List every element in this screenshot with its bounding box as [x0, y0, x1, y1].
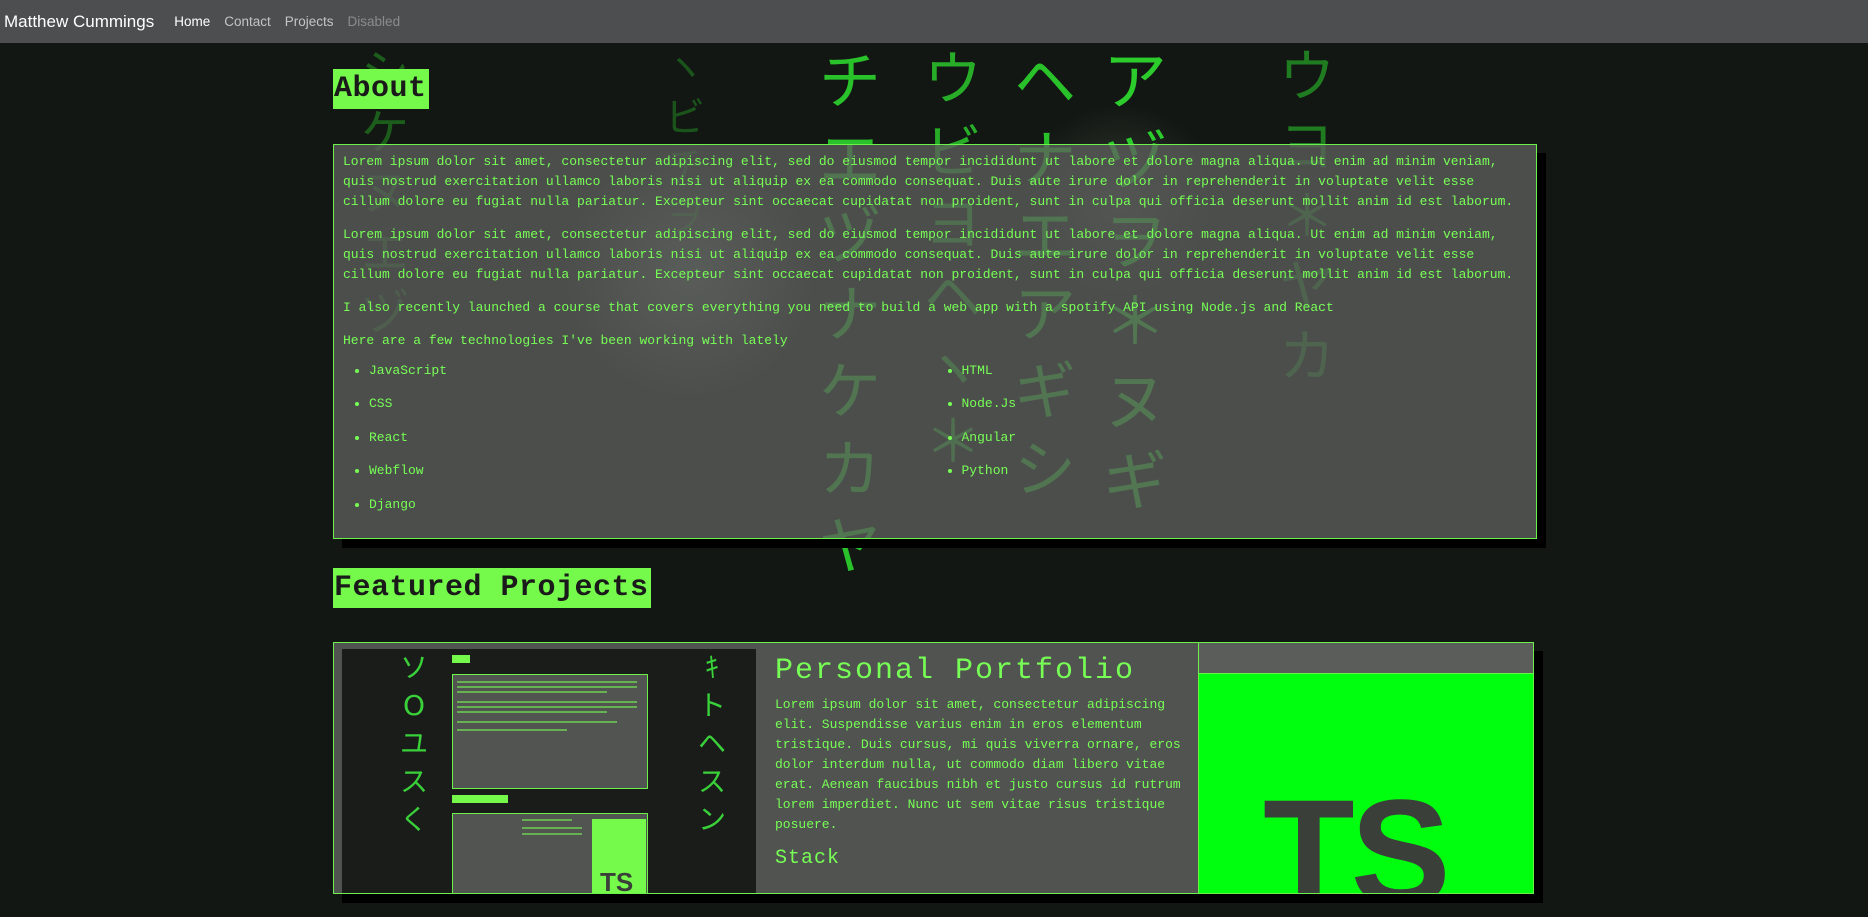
project-title[interactable]: Personal Portfolio [775, 649, 1185, 693]
project-screenshot[interactable]: ソ Ο ユ ス く ｷ ト ヘ ス ン TS [342, 648, 756, 894]
thumb-text-line [457, 680, 637, 683]
thumb-glyph-column: ソ Ο ユ ス く [399, 650, 428, 836]
tech-item: Node.Js [962, 394, 1529, 427]
about-card: Lorem ipsum dolor sit amet, consectetur … [333, 144, 1537, 539]
thumb-text-line [522, 832, 582, 835]
tech-item: Angular [962, 428, 1529, 461]
tech-item: Python [962, 461, 1529, 494]
logo-top-bar [1199, 642, 1533, 674]
main-content: About Lorem ipsum dolor sit amet, consec… [333, 43, 1537, 894]
typescript-logo-text: TS [1263, 767, 1451, 894]
about-paragraph: Lorem ipsum dolor sit amet, consectetur … [343, 227, 1514, 282]
nav-link-disabled: Disabled [347, 14, 401, 29]
tech-item: React [369, 428, 936, 461]
about-course-text: I also recently launched a course that c… [343, 300, 1334, 315]
thumb-text-line [457, 728, 567, 731]
thumb-logo-text: TS [600, 866, 634, 894]
thumb-text-line [522, 826, 582, 829]
tech-item: HTML [962, 361, 1529, 394]
thumb-text-line [457, 710, 607, 713]
project-description: Lorem ipsum dolor sit amet, consectetur … [775, 696, 1181, 832]
nav-link-home[interactable]: Home [174, 14, 210, 29]
about-tech-intro: Here are a few technologies I've been wo… [343, 333, 788, 348]
tech-lists: JavaScript CSS React Webflow Django HTML… [343, 361, 1528, 528]
tech-item: Django [369, 495, 936, 528]
about-paragraph: Lorem ipsum dolor sit amet, consectetur … [343, 154, 1514, 209]
project-details: Personal Portfolio Lorem ipsum dolor sit… [775, 649, 1185, 873]
typescript-logo: TS [1199, 673, 1533, 894]
project-stack-label: Stack [775, 846, 841, 870]
thumb-mini-heading [452, 794, 508, 803]
project-tech-logo: TS [1198, 642, 1533, 894]
thumb-text-line [457, 700, 637, 703]
tech-item: Webflow [369, 461, 936, 494]
thumb-text-line [457, 690, 607, 693]
tech-list-left: JavaScript CSS React Webflow Django [343, 361, 936, 528]
tech-item: CSS [369, 394, 936, 427]
thumb-text-line [457, 705, 637, 708]
thumb-text-line [457, 685, 637, 688]
about-heading: About [333, 69, 429, 109]
tech-item: JavaScript [369, 361, 936, 394]
thumb-text-line [522, 818, 572, 821]
project-card[interactable]: ソ Ο ユ ス く ｷ ト ヘ ス ン TS Personal Portfoli… [333, 641, 1534, 894]
featured-projects-heading: Featured Projects [333, 567, 651, 608]
tech-list-right: HTML Node.Js Angular Python [936, 361, 1529, 528]
thumb-text-line [457, 720, 617, 723]
nav-link-projects[interactable]: Projects [285, 14, 334, 29]
top-navbar: Matthew Cummings Home Contact Projects D… [0, 0, 1868, 43]
nav-link-contact[interactable]: Contact [224, 14, 271, 29]
navbar-brand[interactable]: Matthew Cummings [4, 12, 154, 32]
thumb-glyph-column: ｷ ト ヘ ス ン [697, 650, 726, 836]
thumb-mini-heading [452, 654, 470, 663]
